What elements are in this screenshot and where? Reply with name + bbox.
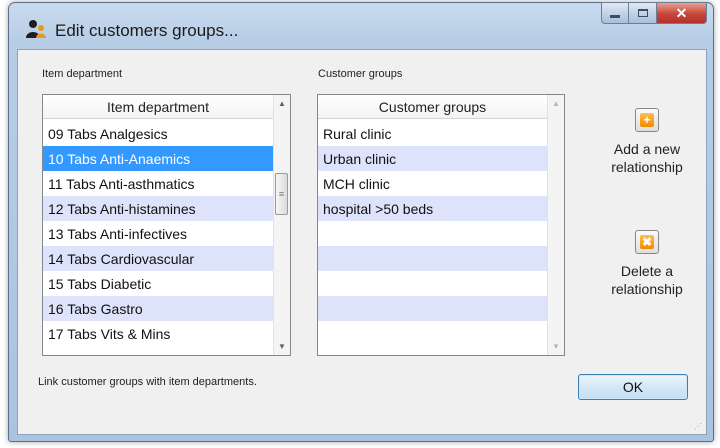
item-department-scrollbar[interactable]: ▲ ≡ ▼ xyxy=(273,95,290,355)
scroll-up-arrow-icon[interactable]: ▲ xyxy=(548,95,564,112)
list-item[interactable]: Urban clinic xyxy=(318,146,547,171)
customer-groups-scrollbar[interactable]: ▲ ▼ xyxy=(547,95,564,355)
add-plus-icon: + xyxy=(635,108,659,132)
list-item[interactable]: 11 Tabs Anti-asthmatics xyxy=(43,171,273,196)
add-relationship-label-line1: Add a new xyxy=(613,141,681,157)
list-item-empty[interactable] xyxy=(318,271,547,296)
list-item[interactable]: 12 Tabs Anti-histamines xyxy=(43,196,273,221)
scroll-up-arrow-icon[interactable]: ▲ xyxy=(274,95,290,112)
close-button[interactable]: ✕ xyxy=(657,2,707,24)
caption-buttons: ✕ xyxy=(601,2,707,24)
list-item[interactable]: 14 Tabs Cardiovascular xyxy=(43,246,273,271)
list-item[interactable]: 17 Tabs Vits & Mins xyxy=(43,321,273,346)
list-item[interactable]: 15 Tabs Diabetic xyxy=(43,271,273,296)
dialog-body: Item department Customer groups Item dep… xyxy=(17,49,707,435)
list-item[interactable]: MCH clinic xyxy=(318,171,547,196)
list-item[interactable]: 09 Tabs Analgesics xyxy=(43,121,273,146)
edit-customer-groups-dialog: Edit customers groups... ✕ Item departme… xyxy=(8,2,714,442)
list-item[interactable]: hospital >50 beds xyxy=(318,196,547,221)
item-department-column-header[interactable]: Item department xyxy=(43,95,273,119)
list-item[interactable]: Rural clinic xyxy=(318,121,547,146)
window-title: Edit customers groups... xyxy=(55,21,239,40)
delete-relationship-label-line1: Delete a xyxy=(620,263,674,279)
add-relationship-button[interactable]: + Add a new relationship xyxy=(592,108,702,176)
item-department-group-label: Item department xyxy=(42,68,123,80)
close-icon: ✕ xyxy=(675,4,688,21)
delete-x-icon: ✖ xyxy=(635,230,659,254)
minimize-button[interactable] xyxy=(601,2,629,24)
ok-button[interactable]: OK xyxy=(578,374,688,400)
list-item-empty[interactable] xyxy=(318,321,547,346)
list-item-empty[interactable] xyxy=(318,296,547,321)
minimize-icon xyxy=(610,14,620,18)
link-hint-text: Link customer groups with item departmen… xyxy=(38,376,257,388)
customer-groups-list[interactable]: Customer groups Rural clinic Urban clini… xyxy=(317,94,565,356)
delete-relationship-label-line2: relationship xyxy=(611,281,683,297)
scroll-thumb[interactable]: ≡ xyxy=(275,173,288,215)
customer-groups-group-label: Customer groups xyxy=(318,68,403,80)
customer-groups-column-header[interactable]: Customer groups xyxy=(318,95,547,119)
maximize-icon xyxy=(637,9,648,17)
item-department-list[interactable]: Item department 09 Tabs Analgesics 10 Ta… xyxy=(42,94,291,356)
list-item-empty[interactable] xyxy=(318,246,547,271)
scroll-down-arrow-icon[interactable]: ▼ xyxy=(548,338,564,355)
scroll-down-arrow-icon[interactable]: ▼ xyxy=(274,338,290,355)
list-item-selected[interactable]: 10 Tabs Anti-Anaemics xyxy=(43,146,273,171)
list-item-empty[interactable] xyxy=(318,221,547,246)
list-item[interactable]: 16 Tabs Gastro xyxy=(43,296,273,321)
add-relationship-label-line2: relationship xyxy=(611,159,683,175)
people-icon xyxy=(26,20,46,38)
list-item[interactable]: 13 Tabs Anti-infectives xyxy=(43,221,273,246)
maximize-button[interactable] xyxy=(629,2,657,24)
delete-relationship-button[interactable]: ✖ Delete a relationship xyxy=(592,230,702,298)
resize-grip-icon[interactable]: ⋰ xyxy=(694,422,704,432)
title-bar[interactable]: Edit customers groups... ✕ xyxy=(9,2,713,47)
